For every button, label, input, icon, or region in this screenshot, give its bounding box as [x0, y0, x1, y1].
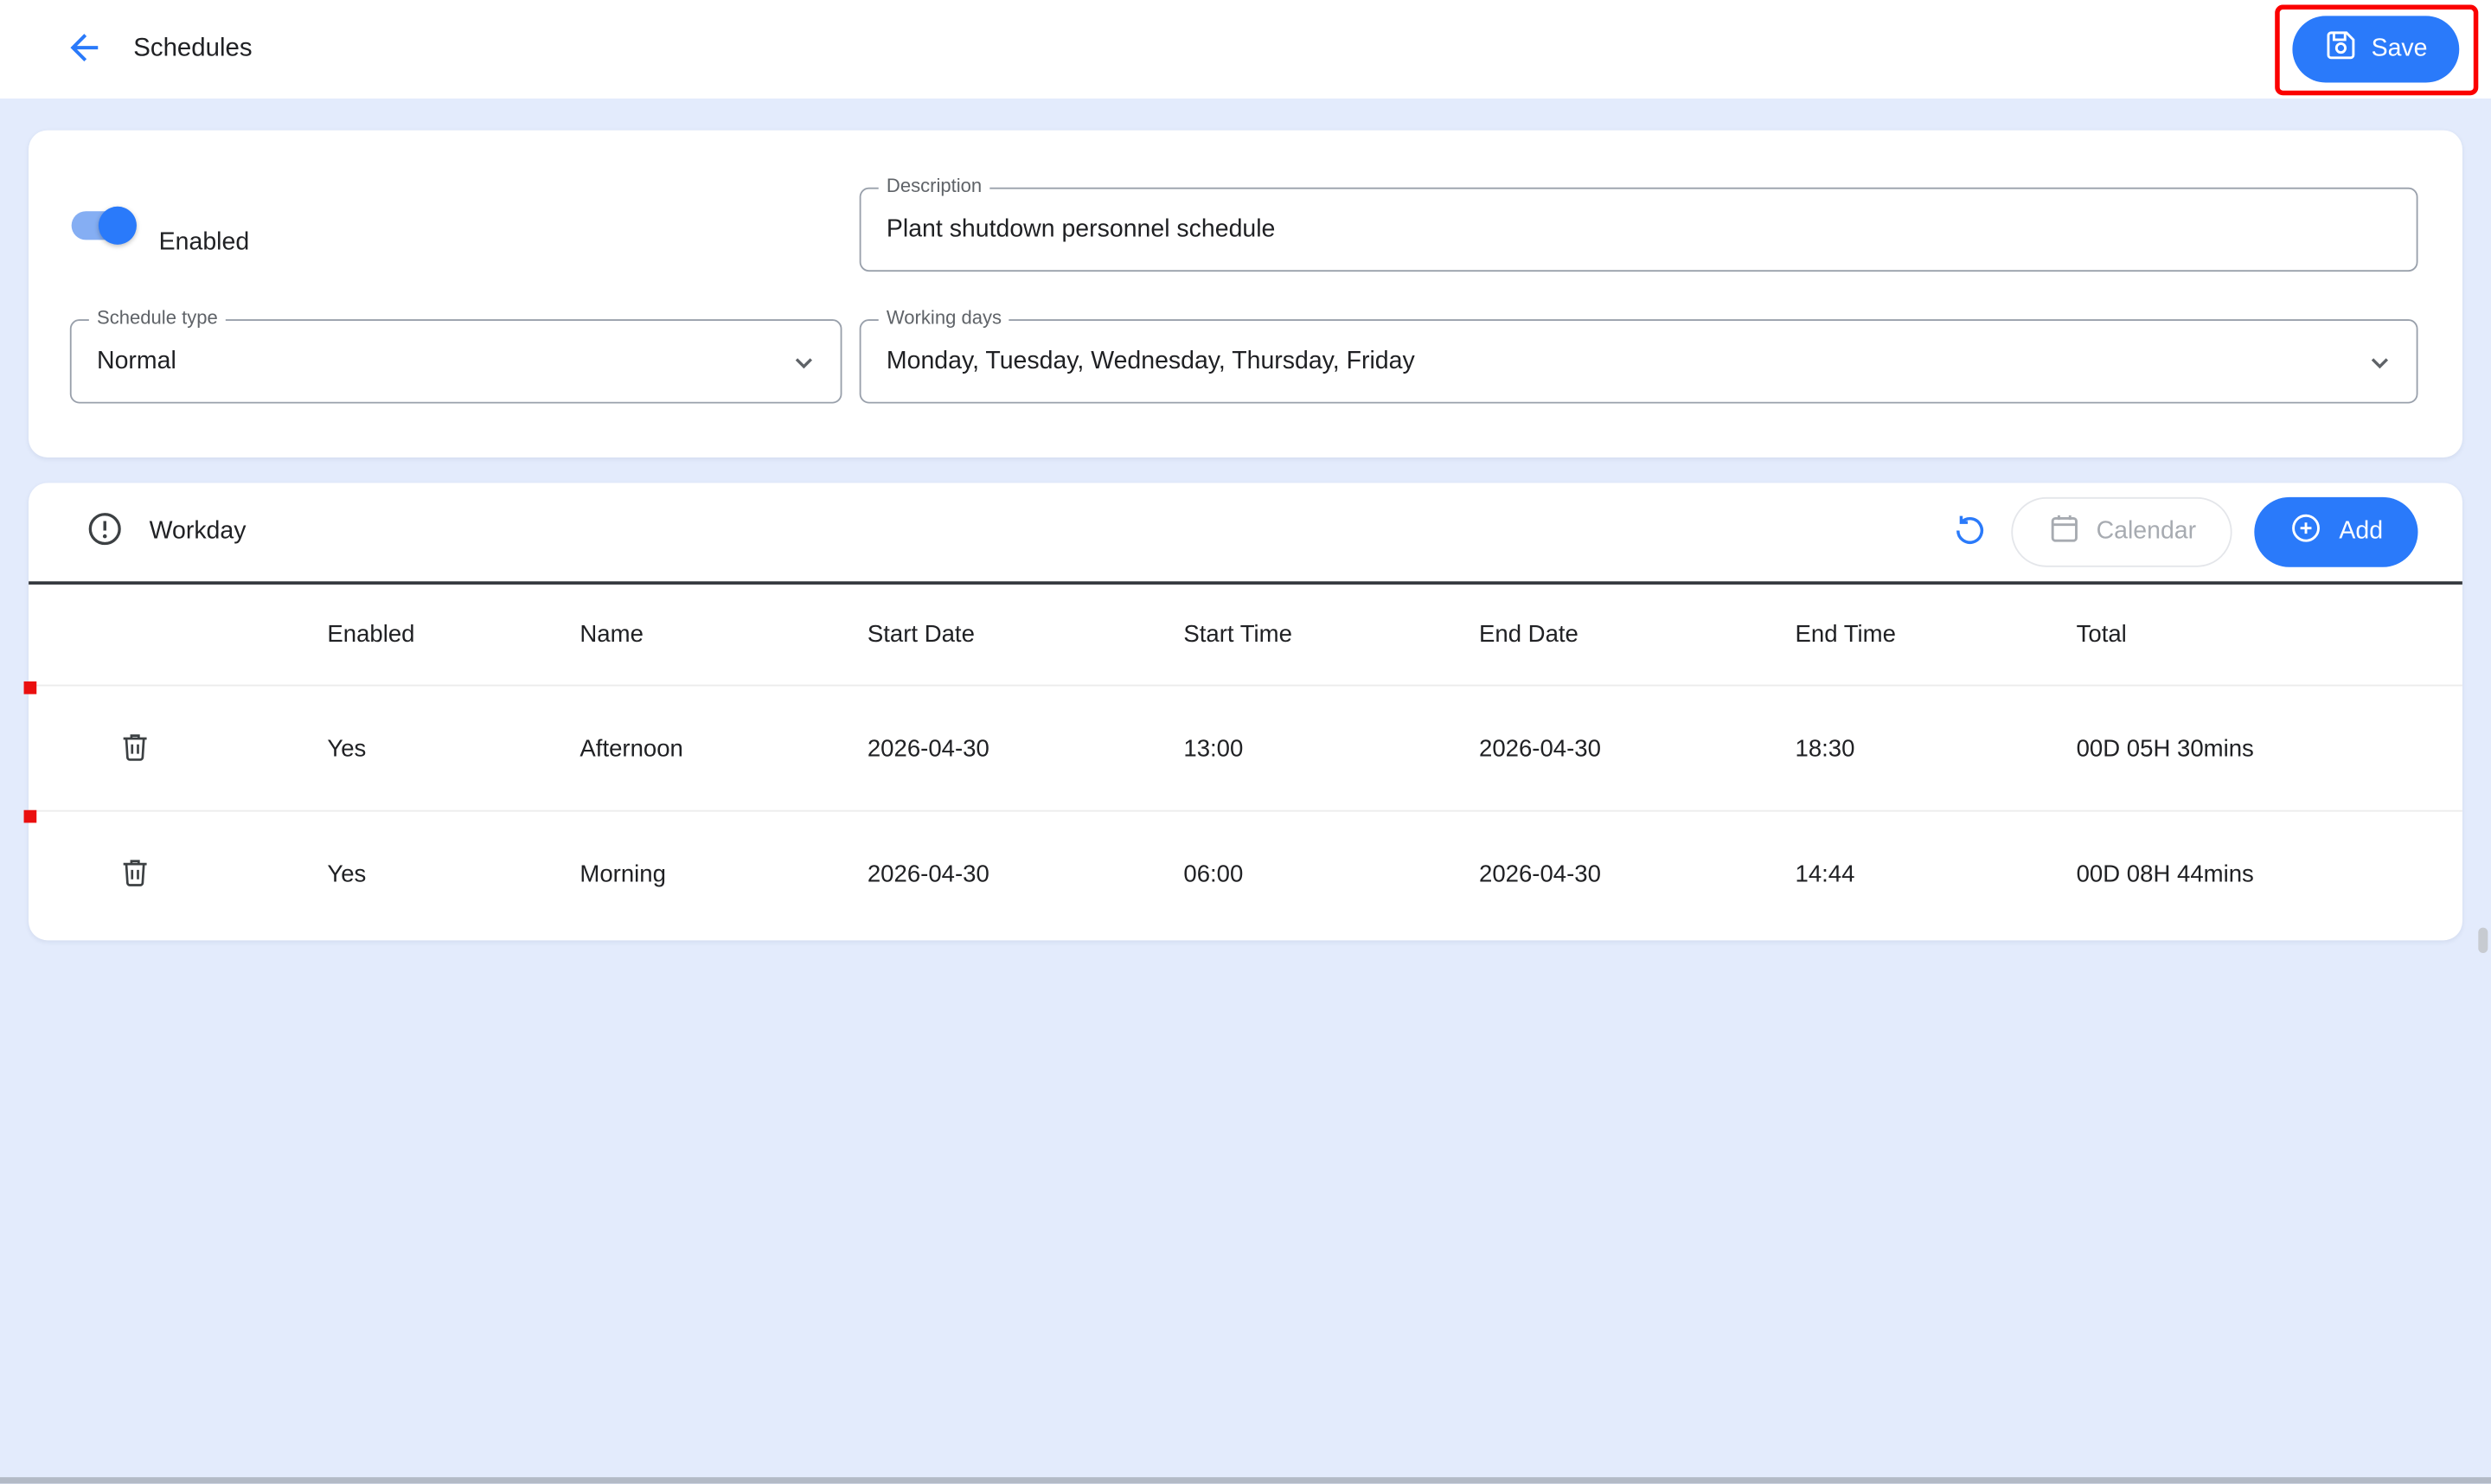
enabled-label: Enabled: [159, 207, 249, 258]
enabled-toggle[interactable]: [70, 207, 137, 245]
top-bar: Schedules Save: [0, 0, 2491, 99]
cell-start-time: 13:00: [1183, 734, 1479, 761]
cell-name: Morning: [580, 861, 867, 888]
exclamation-circle-icon: [86, 509, 124, 555]
schedule-type-select[interactable]: Schedule type Normal: [70, 319, 842, 403]
schedule-type-value: Normal: [97, 347, 176, 375]
annotation-row-marker: [24, 681, 37, 694]
description-field-label: Description: [879, 175, 990, 197]
cell-start-date: 2026-04-30: [868, 734, 1184, 761]
cell-end-time: 14:44: [1796, 861, 2077, 888]
schedule-type-label: Schedule type: [89, 306, 226, 329]
cell-start-date: 2026-04-30: [868, 861, 1184, 888]
arrow-left-icon: [63, 26, 105, 72]
chevron-down-icon: [2362, 344, 2397, 379]
cell-start-time: 06:00: [1183, 861, 1479, 888]
chevron-down-icon: [786, 344, 821, 379]
table-row: Yes Morning 2026-04-30 06:00 2026-04-30 …: [29, 812, 2462, 937]
working-days-label: Working days: [879, 306, 1010, 329]
trash-icon: [118, 728, 152, 768]
col-header-start-time: Start Time: [1183, 621, 1479, 648]
save-button-label: Save: [2372, 35, 2428, 63]
calendar-icon: [2047, 511, 2081, 553]
calendar-button-label: Calendar: [2097, 518, 2197, 547]
delete-row-button[interactable]: [118, 728, 156, 768]
app-root: Schedules Save: [0, 0, 2491, 1484]
page-title: Schedules: [133, 35, 252, 63]
save-button[interactable]: Save: [2292, 16, 2459, 82]
table-row: Yes Afternoon 2026-04-30 13:00 2026-04-3…: [29, 686, 2462, 811]
schedule-form-card: Enabled Description Schedule type Normal…: [29, 131, 2462, 457]
enabled-toggle-cell: Enabled: [70, 188, 842, 272]
col-header-start-date: Start Date: [868, 621, 1184, 648]
cell-end-date: 2026-04-30: [1479, 734, 1796, 761]
working-days-select[interactable]: Working days Monday, Tuesday, Wednesday,…: [860, 319, 2418, 403]
workday-card: Workday: [29, 483, 2462, 940]
plus-circle-icon: [2289, 511, 2323, 553]
description-input[interactable]: [887, 215, 2347, 244]
main-content: Enabled Description Schedule type Normal…: [0, 99, 2491, 940]
cell-end-time: 18:30: [1796, 734, 2077, 761]
add-button[interactable]: Add: [2255, 497, 2417, 567]
workday-table: Enabled Name Start Date Start Time End D…: [29, 585, 2462, 937]
page-bottom-edge: [0, 1477, 2491, 1483]
description-field: Description: [860, 188, 2418, 272]
calendar-button[interactable]: Calendar: [2010, 497, 2232, 567]
trash-icon: [118, 854, 152, 894]
workday-title-group: Workday: [86, 509, 1950, 555]
workday-title: Workday: [150, 518, 247, 547]
working-days-value: Monday, Tuesday, Wednesday, Thursday, Fr…: [887, 347, 1415, 375]
top-bar-left: Schedules: [63, 26, 252, 72]
scrollbar-thumb[interactable]: [2478, 928, 2488, 953]
workday-actions: Calendar Add: [1950, 497, 2418, 567]
col-header-total: Total: [2077, 621, 2462, 648]
refresh-button[interactable]: [1950, 511, 1988, 554]
cell-enabled: Yes: [327, 734, 580, 761]
toggle-thumb: [99, 207, 137, 245]
cell-enabled: Yes: [327, 861, 580, 888]
col-header-enabled: Enabled: [327, 621, 580, 648]
col-header-end-time: End Time: [1796, 621, 2077, 648]
cell-total: 00D 08H 44mins: [2077, 861, 2462, 888]
delete-row-button[interactable]: [118, 854, 156, 894]
back-button[interactable]: [63, 26, 105, 72]
cell-name: Afternoon: [580, 734, 867, 761]
cell-total: 00D 05H 30mins: [2077, 734, 2462, 761]
annotation-row-marker: [24, 810, 37, 823]
add-button-label: Add: [2339, 518, 2383, 547]
refresh-icon: [1950, 511, 1988, 554]
table-header-row: Enabled Name Start Date Start Time End D…: [29, 585, 2462, 687]
col-header-end-date: End Date: [1479, 621, 1796, 648]
save-icon: [2324, 29, 2358, 70]
workday-toolbar: Workday: [29, 483, 2462, 581]
col-header-name: Name: [580, 621, 867, 648]
cell-end-date: 2026-04-30: [1479, 861, 1796, 888]
save-area: Save: [2292, 16, 2459, 82]
